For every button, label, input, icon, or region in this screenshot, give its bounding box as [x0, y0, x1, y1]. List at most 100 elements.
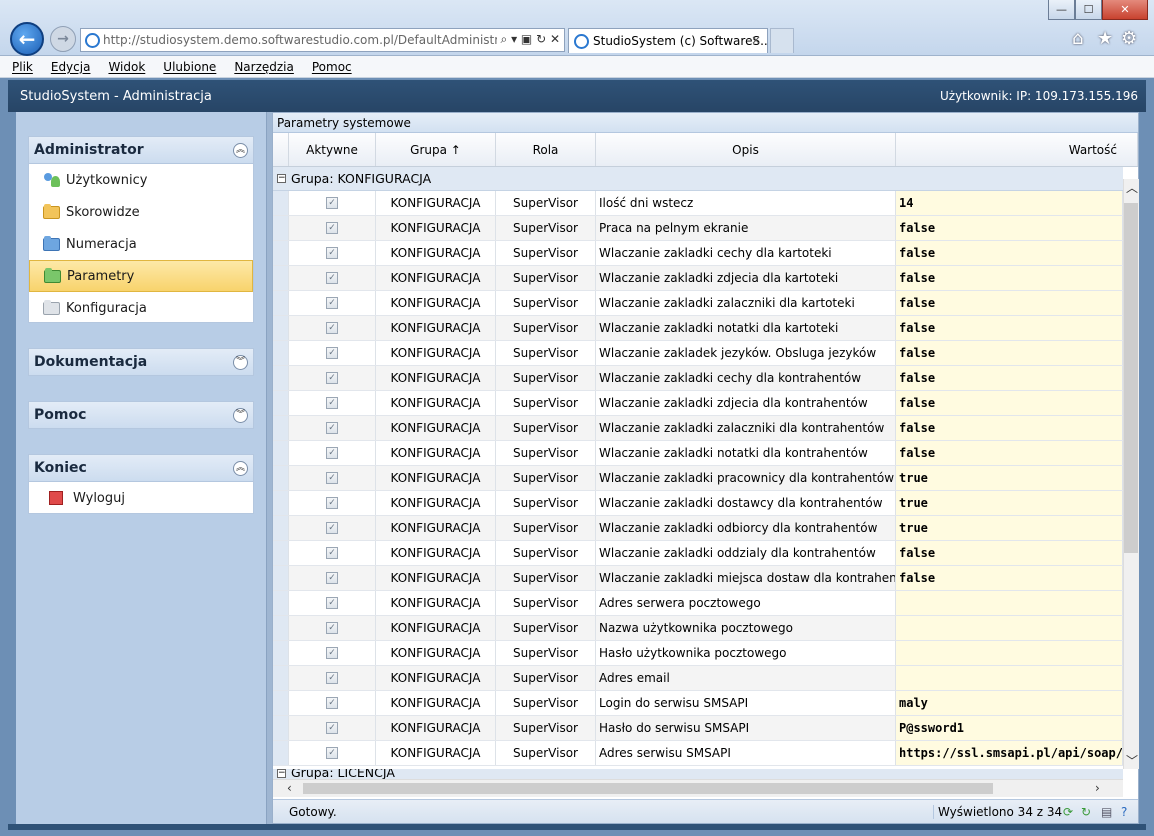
help-icon[interactable]: ?: [1121, 805, 1127, 819]
table-row[interactable]: ✓ KONFIGURACJA SuperVisor Wlaczanie zakladk…: [273, 416, 1123, 441]
scroll-down-icon[interactable]: ﹀: [1126, 752, 1138, 769]
cell-wartosc[interactable]: [896, 666, 1123, 690]
expand-down-icon[interactable]: ︾: [233, 354, 248, 370]
active-checkbox[interactable]: ✓: [326, 672, 338, 684]
menu-pomoc[interactable]: Pomoc: [312, 60, 352, 74]
cell-wartosc[interactable]: [896, 641, 1123, 665]
active-checkbox[interactable]: ✓: [326, 397, 338, 409]
table-row[interactable]: ✓ KONFIGURACJA SuperVisor Wlaczanie zakladk…: [273, 491, 1123, 516]
menu-ulubione[interactable]: Ulubione: [163, 60, 216, 74]
home-icon[interactable]: ⌂: [1072, 28, 1083, 49]
column-rola[interactable]: Rola: [496, 133, 596, 166]
table-row[interactable]: ✓ KONFIGURACJA SuperVisor Hasło do serwisu …: [273, 716, 1123, 741]
active-checkbox[interactable]: ✓: [326, 347, 338, 359]
active-checkbox[interactable]: ✓: [326, 597, 338, 609]
section-pomoc-header[interactable]: Pomoc ︾: [28, 401, 254, 429]
refresh-icon[interactable]: ⟳: [1063, 805, 1073, 819]
sidebar-item-konfiguracja[interactable]: Konfiguracja: [29, 292, 253, 324]
cell-wartosc[interactable]: false: [896, 366, 1123, 390]
column-opis[interactable]: Opis: [596, 133, 896, 166]
cell-wartosc[interactable]: false: [896, 341, 1123, 365]
table-row[interactable]: ✓ KONFIGURACJA SuperVisor Wlaczanie zakladk…: [273, 541, 1123, 566]
cell-wartosc[interactable]: https://ssl.smsapi.pl/api/soap/v2: [896, 741, 1123, 765]
menu-narzedzia[interactable]: Narzędzia: [234, 60, 294, 74]
active-checkbox[interactable]: ✓: [326, 497, 338, 509]
section-administrator-header[interactable]: Administrator ︽: [28, 136, 254, 164]
menu-widok[interactable]: Widok: [108, 60, 145, 74]
vertical-scroll-thumb[interactable]: [1124, 203, 1138, 553]
sidebar-item-uzytkownicy[interactable]: Użytkownicy: [29, 164, 253, 196]
horizontal-scroll-thumb[interactable]: [303, 783, 993, 794]
table-row[interactable]: ✓ KONFIGURACJA SuperVisor Adres serwisu SMS…: [273, 741, 1123, 766]
active-checkbox[interactable]: ✓: [326, 247, 338, 259]
cell-wartosc[interactable]: [896, 616, 1123, 640]
table-row[interactable]: ✓ KONFIGURACJA SuperVisor Wlaczanie zakladk…: [273, 466, 1123, 491]
table-row[interactable]: ✓ KONFIGURACJA SuperVisor Wlaczanie zakladk…: [273, 391, 1123, 416]
active-checkbox[interactable]: ✓: [326, 747, 338, 759]
collapse-minus-icon[interactable]: −: [277, 769, 286, 778]
maximize-button[interactable]: ☐: [1075, 0, 1102, 20]
cell-wartosc[interactable]: true: [896, 491, 1123, 515]
active-checkbox[interactable]: ✓: [326, 572, 338, 584]
active-checkbox[interactable]: ✓: [326, 522, 338, 534]
cell-wartosc[interactable]: false: [896, 291, 1123, 315]
active-checkbox[interactable]: ✓: [326, 697, 338, 709]
active-checkbox[interactable]: ✓: [326, 322, 338, 334]
cell-wartosc[interactable]: false: [896, 316, 1123, 340]
active-checkbox[interactable]: ✓: [326, 447, 338, 459]
cell-wartosc[interactable]: false: [896, 416, 1123, 440]
expand-down-icon[interactable]: ︾: [233, 407, 248, 423]
table-row[interactable]: ✓ KONFIGURACJA SuperVisor Wlaczanie zakladk…: [273, 316, 1123, 341]
table-row[interactable]: ✓ KONFIGURACJA SuperVisor Wlaczanie zakladk…: [273, 516, 1123, 541]
sidebar-item-parametry[interactable]: Parametry: [29, 260, 253, 292]
active-checkbox[interactable]: ✓: [326, 297, 338, 309]
table-row[interactable]: ✓ KONFIGURACJA SuperVisor Wlaczanie zakladk…: [273, 566, 1123, 591]
close-window-button[interactable]: ✕: [1102, 0, 1148, 20]
table-row[interactable]: ✓ KONFIGURACJA SuperVisor Adres email: [273, 666, 1123, 691]
table-row[interactable]: ✓ KONFIGURACJA SuperVisor Wlaczanie zakladk…: [273, 441, 1123, 466]
cell-wartosc[interactable]: [896, 591, 1123, 615]
active-checkbox[interactable]: ✓: [326, 722, 338, 734]
table-row[interactable]: ✓ KONFIGURACJA SuperVisor Wlaczanie zakladk…: [273, 291, 1123, 316]
minimize-button[interactable]: —: [1048, 0, 1075, 20]
table-row[interactable]: ✓ KONFIGURACJA SuperVisor Wlaczanie zaklade…: [273, 341, 1123, 366]
address-bar[interactable]: http://studiosystem.demo.softwarestudio.…: [80, 28, 565, 52]
cell-wartosc[interactable]: false: [896, 566, 1123, 590]
table-row[interactable]: ✓ KONFIGURACJA SuperVisor Nazwa użytkownika…: [273, 616, 1123, 641]
cell-wartosc[interactable]: false: [896, 241, 1123, 265]
favorites-star-icon[interactable]: ★: [1097, 28, 1113, 49]
group-row-konfiguracja[interactable]: − Grupa: KONFIGURACJA: [273, 167, 1123, 191]
cell-wartosc[interactable]: P@ssword1: [896, 716, 1123, 740]
menu-edycja[interactable]: Edycja: [51, 60, 91, 74]
column-wartosc[interactable]: Wartość: [896, 133, 1138, 166]
column-grupa[interactable]: Grupa ↑: [376, 133, 496, 166]
table-row[interactable]: ✓ KONFIGURACJA SuperVisor Praca na pelnym e…: [273, 216, 1123, 241]
table-row[interactable]: ✓ KONFIGURACJA SuperVisor Adres serwera poc…: [273, 591, 1123, 616]
active-checkbox[interactable]: ✓: [326, 272, 338, 284]
section-dokumentacja-header[interactable]: Dokumentacja ︾: [28, 348, 254, 376]
back-button[interactable]: ←: [10, 22, 44, 56]
group-row-licencja[interactable]: − Grupa: LICENCJA: [273, 769, 1123, 779]
active-checkbox[interactable]: ✓: [326, 372, 338, 384]
browser-tab[interactable]: StudioSystem (c) SoftwareS... ×: [568, 28, 768, 53]
table-row[interactable]: ✓ KONFIGURACJA SuperVisor Wlaczanie zakladk…: [273, 366, 1123, 391]
cell-wartosc[interactable]: false: [896, 266, 1123, 290]
address-tools[interactable]: ⌕ ▾ ▣ ↻ ✕: [496, 32, 560, 47]
cell-wartosc[interactable]: true: [896, 466, 1123, 490]
column-aktywne[interactable]: Aktywne: [289, 133, 376, 166]
cell-wartosc[interactable]: maly: [896, 691, 1123, 715]
collapse-minus-icon[interactable]: −: [277, 174, 286, 183]
cell-wartosc[interactable]: false: [896, 541, 1123, 565]
scroll-left-icon[interactable]: ‹: [287, 781, 292, 795]
reload-icon[interactable]: ↻: [1081, 805, 1091, 819]
sidebar-item-wyloguj[interactable]: Wyloguj: [29, 482, 253, 514]
active-checkbox[interactable]: ✓: [326, 547, 338, 559]
section-koniec-header[interactable]: Koniec ︽: [28, 454, 254, 482]
table-row[interactable]: ✓ KONFIGURACJA SuperVisor Login do serwisu …: [273, 691, 1123, 716]
scroll-right-icon[interactable]: ›: [1095, 781, 1100, 795]
active-checkbox[interactable]: ✓: [326, 222, 338, 234]
active-checkbox[interactable]: ✓: [326, 647, 338, 659]
active-checkbox[interactable]: ✓: [326, 472, 338, 484]
collapse-up-icon[interactable]: ︽: [233, 142, 248, 158]
table-row[interactable]: ✓ KONFIGURACJA SuperVisor Wlaczanie zakladk…: [273, 241, 1123, 266]
